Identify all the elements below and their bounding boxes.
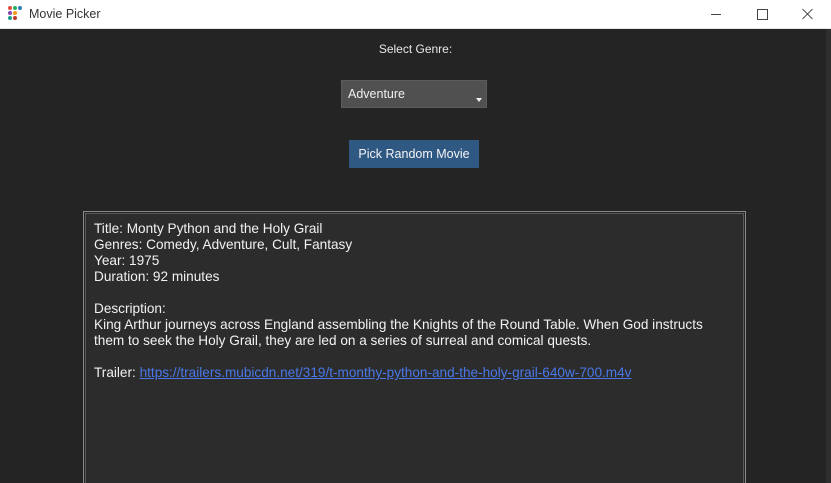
maximize-icon — [756, 8, 768, 20]
chevron-down-icon — [476, 98, 482, 102]
trailer-link[interactable]: https://trailers.mubicdn.net/319/t-month… — [140, 365, 632, 380]
app-window: Movie Picker Select Genre: Adventure Pic… — [0, 0, 831, 483]
app-dots-icon — [8, 6, 23, 21]
movie-description: King Arthur journeys across England asse… — [94, 317, 703, 348]
movie-duration-line: Duration: 92 minutes — [94, 269, 220, 284]
movie-title-line: Title: Monty Python and the Holy Grail — [94, 221, 323, 236]
pick-random-movie-button[interactable]: Pick Random Movie — [349, 140, 479, 168]
description-heading: Description: — [94, 301, 166, 316]
movie-year-line: Year: 1975 — [94, 253, 160, 268]
trailer-label: Trailer: — [94, 365, 136, 380]
minimize-button[interactable] — [693, 0, 739, 28]
movie-info-textbox[interactable]: Title: Monty Python and the Holy Grail G… — [85, 213, 744, 483]
title-bar: Movie Picker — [0, 0, 831, 29]
genre-label: Select Genre: — [378, 42, 453, 56]
maximize-button[interactable] — [739, 0, 785, 28]
close-button[interactable] — [785, 0, 831, 28]
genre-selected-value: Adventure — [348, 87, 405, 101]
genre-dropdown[interactable]: Adventure — [341, 80, 487, 108]
minimize-icon — [711, 13, 721, 15]
window-title: Movie Picker — [29, 7, 101, 21]
movie-genres-line: Genres: Comedy, Adventure, Cult, Fantasy — [94, 237, 353, 252]
movie-info-frame: Title: Monty Python and the Holy Grail G… — [83, 211, 746, 483]
trailer-line: Trailer: https://trailers.mubicdn.net/31… — [94, 365, 735, 381]
close-icon — [802, 8, 814, 20]
window-edge-strip — [826, 29, 831, 483]
